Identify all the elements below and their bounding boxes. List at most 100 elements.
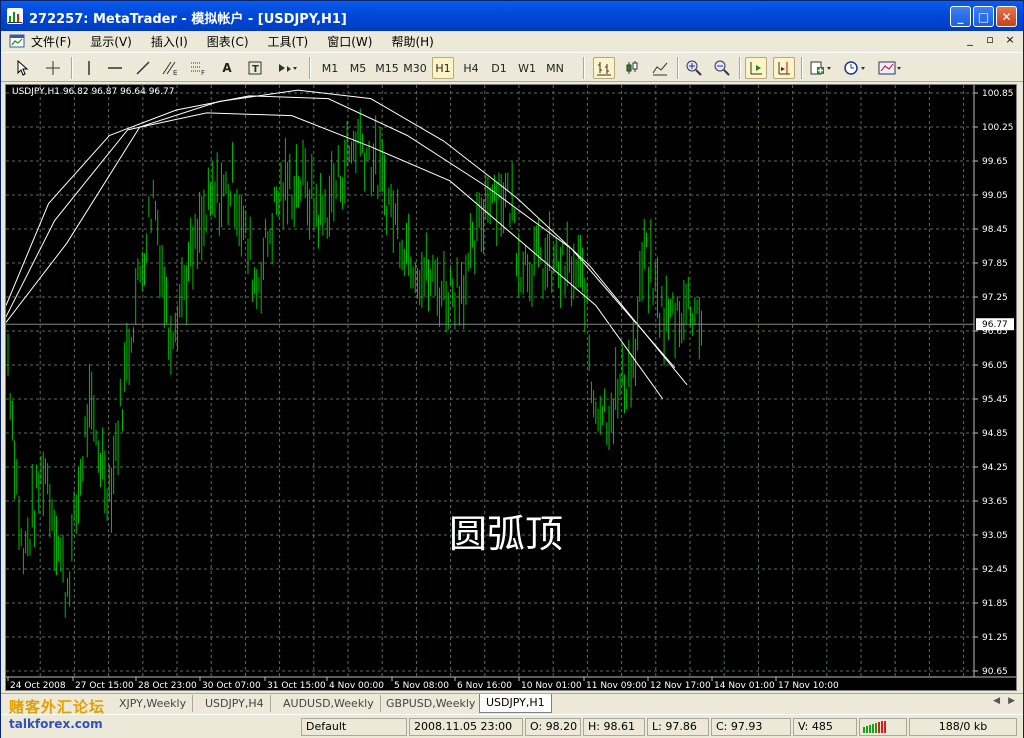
toolbar: E F A T M1 M5 M15 M30 H1 H4 D1 W1 MN xyxy=(1,52,1023,82)
tf-h4-button[interactable]: H4 xyxy=(460,57,482,79)
menu-help[interactable]: 帮助(H) xyxy=(391,33,433,50)
svg-text:T: T xyxy=(252,64,259,75)
mdi-close-button[interactable]: × xyxy=(1003,33,1017,47)
menu-view[interactable]: 显示(V) xyxy=(90,33,132,50)
price-tick-label: 93.65 xyxy=(982,497,1008,507)
menu-tools[interactable]: 工具(T) xyxy=(268,33,309,50)
connection-bars-icon xyxy=(863,721,886,733)
status-datetime: 2008.11.05 23:00 xyxy=(409,718,523,736)
moving-average-line xyxy=(6,95,676,369)
mdi-minimize-button[interactable]: _ xyxy=(963,33,977,47)
svg-text:F: F xyxy=(201,69,205,76)
crosshair-icon[interactable] xyxy=(43,57,63,79)
chart-shift-icon[interactable] xyxy=(773,57,795,79)
tf-h1-button[interactable]: H1 xyxy=(432,57,454,79)
menu-insert[interactable]: 插入(I) xyxy=(151,33,188,50)
zoom-in-icon[interactable] xyxy=(683,57,705,79)
tf-m5-button[interactable]: M5 xyxy=(347,57,369,79)
price-tick-label: 91.85 xyxy=(982,599,1008,609)
chart-canvas[interactable]: 100.85 100.25 99.65 99.05 98.45 97.85 97.25 96.… xyxy=(6,85,1016,690)
status-open: O: 98.20 xyxy=(525,718,581,736)
time-tick-label: 27 Oct 15:00 xyxy=(75,681,134,690)
maximize-button[interactable]: □ xyxy=(973,6,994,27)
cursor-icon[interactable] xyxy=(13,57,31,79)
tab-xjpy-weekly[interactable]: XJPY,Weekly xyxy=(113,695,194,712)
menu-window[interactable]: 窗口(W) xyxy=(327,33,372,50)
templates-icon[interactable] xyxy=(875,57,905,79)
price-chart[interactable]: 100.85 100.25 99.65 99.05 98.45 97.85 97.25 96.… xyxy=(5,84,1017,691)
status-close: C: 97.93 xyxy=(711,718,791,736)
periods-icon[interactable] xyxy=(841,57,869,79)
price-tick-label: 94.25 xyxy=(982,463,1008,473)
moving-average-line xyxy=(6,112,664,400)
mdi-restore-button[interactable]: ▫ xyxy=(983,33,997,47)
status-bar: Default 2008.11.05 23:00 O: 98.20 H: 98.… xyxy=(1,714,1023,738)
line-chart-icon[interactable] xyxy=(649,57,671,79)
chart-window-icon[interactable] xyxy=(9,33,25,49)
autoscroll-icon[interactable] xyxy=(745,57,767,79)
status-low: L: 97.86 xyxy=(647,718,709,736)
price-tick-label: 95.45 xyxy=(982,395,1008,405)
price-tick-label: 100.25 xyxy=(982,123,1014,133)
price-tick-label: 92.45 xyxy=(982,565,1008,575)
tab-scroll-right-icon[interactable]: ▶ xyxy=(1008,696,1015,706)
status-help-cell xyxy=(124,718,299,736)
time-tick-label: 11 Nov 09:00 xyxy=(586,681,647,690)
horizontal-line-icon[interactable] xyxy=(105,57,125,79)
vertical-line-icon[interactable] xyxy=(81,57,97,79)
status-high: H: 98.61 xyxy=(583,718,645,736)
price-tick-label: 94.85 xyxy=(982,429,1008,439)
title-bar[interactable]: 272257: MetaTrader - 模拟帐户 - [USDJPY,H1] … xyxy=(1,1,1023,31)
chart-annotation-text[interactable]: 圆弧顶 xyxy=(449,503,563,558)
tab-gbpusd-weekly[interactable]: GBPUSD,Weekly xyxy=(380,695,483,712)
tab-usdjpy-h1[interactable]: USDJPY,H1 xyxy=(479,694,552,713)
price-bars xyxy=(7,108,702,618)
label-icon[interactable]: T xyxy=(245,57,265,79)
gann-icon[interactable]: F xyxy=(187,57,209,79)
menu-file[interactable]: 文件(F) xyxy=(31,33,71,50)
window-title: 272257: MetaTrader - 模拟帐户 - [USDJPY,H1] xyxy=(29,12,347,27)
time-tick-label: 5 Nov 08:00 xyxy=(394,681,449,690)
bar-chart-icon[interactable] xyxy=(593,57,615,79)
price-tick-label: 91.25 xyxy=(982,633,1008,643)
app-icon xyxy=(7,8,23,24)
tf-mn-button[interactable]: MN xyxy=(543,57,567,79)
candle-chart-icon[interactable] xyxy=(621,57,643,79)
text-icon[interactable]: A xyxy=(217,57,237,79)
price-tick-label: 96.05 xyxy=(982,361,1008,371)
price-tick-label: 97.25 xyxy=(982,293,1008,303)
price-tick-label: 100.85 xyxy=(982,89,1014,99)
menu-charts[interactable]: 图表(C) xyxy=(207,33,249,50)
arrow-icon[interactable] xyxy=(273,57,301,79)
tf-d1-button[interactable]: D1 xyxy=(488,57,510,79)
tab-scroll-left-icon[interactable]: ◀ xyxy=(993,696,1000,706)
close-button[interactable]: ✕ xyxy=(996,6,1017,27)
price-axis: 100.85 100.25 99.65 99.05 98.45 97.85 97.25 96.… xyxy=(6,89,1014,677)
time-tick-label: 12 Nov 17:00 xyxy=(650,681,711,690)
tf-m30-button[interactable]: M30 xyxy=(402,57,428,79)
time-tick-label: 24 Oct 2008 xyxy=(10,681,66,690)
tf-w1-button[interactable]: W1 xyxy=(516,57,538,79)
tf-m1-button[interactable]: M1 xyxy=(319,57,341,79)
time-tick-label: 28 Oct 23:00 xyxy=(138,681,197,690)
fibonacci-icon[interactable]: E xyxy=(159,57,181,79)
tf-m15-button[interactable]: M15 xyxy=(374,57,400,79)
menu-bar: 文件(F) 显示(V) 插入(I) 图表(C) 工具(T) 窗口(W) 帮助(H… xyxy=(1,31,1023,51)
status-profile: Default xyxy=(301,718,407,736)
current-price-label: 96.77 xyxy=(982,320,1008,330)
chart-grid xyxy=(6,85,1016,678)
chart-symbol-info: USDJPY,H1 96.82 96.87 96.64 96.77 xyxy=(12,87,175,97)
tab-audusd-weekly[interactable]: AUDUSD,Weekly xyxy=(277,695,381,712)
price-tick-label: 97.85 xyxy=(982,259,1008,269)
status-volume: V: 485 xyxy=(793,718,857,736)
minimize-button[interactable]: _ xyxy=(950,6,971,27)
price-tick-label: 93.05 xyxy=(982,531,1008,541)
status-traffic: 188/0 kb xyxy=(909,718,1017,736)
tab-usdjpy-h4[interactable]: USDJPY,H4 xyxy=(199,695,271,712)
time-axis: 24 Oct 2008 27 Oct 15:00 28 Oct 23:00 30 Oc… xyxy=(7,677,839,690)
indicators-icon[interactable] xyxy=(807,57,835,79)
price-tick-label: 99.65 xyxy=(982,157,1008,167)
metatrader-window: 272257: MetaTrader - 模拟帐户 - [USDJPY,H1] … xyxy=(0,0,1024,738)
trendline-icon[interactable] xyxy=(133,57,153,79)
zoom-out-icon[interactable] xyxy=(711,57,733,79)
